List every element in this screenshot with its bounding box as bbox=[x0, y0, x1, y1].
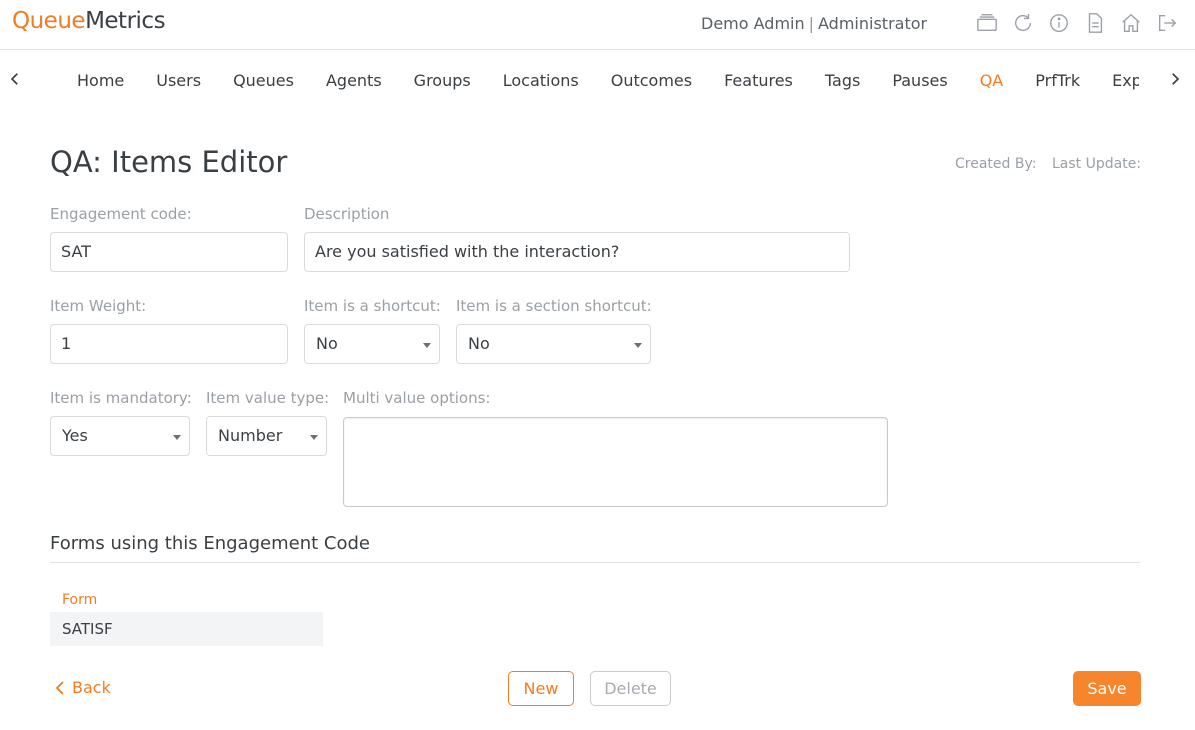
value-type-select[interactable]: Number bbox=[206, 416, 327, 456]
multi-value-textarea[interactable] bbox=[343, 417, 888, 507]
item-weight-label: Item Weight: bbox=[50, 297, 147, 315]
chevron-down-icon bbox=[173, 435, 181, 440]
multi-value-label: Multi value options: bbox=[343, 389, 491, 407]
engagement-code-input[interactable]: SAT bbox=[50, 232, 288, 272]
engagement-code-label: Engagement code: bbox=[50, 205, 192, 223]
nav-item-users[interactable]: Users bbox=[140, 58, 217, 103]
nav-scroll-right-icon[interactable] bbox=[1166, 70, 1186, 90]
mandatory-select[interactable]: Yes bbox=[50, 416, 190, 456]
table-row[interactable]: SATISF bbox=[50, 612, 323, 646]
chevron-down-icon bbox=[634, 343, 642, 348]
app-header: QueueMetrics Demo Admin | Administrator bbox=[0, 0, 1195, 50]
user-name: Demo Admin bbox=[701, 14, 805, 33]
logo-metrics-text: Metrics bbox=[85, 8, 166, 34]
shortcut-label: Item is a shortcut: bbox=[304, 297, 441, 315]
nav-scroll-left-icon[interactable] bbox=[6, 70, 26, 90]
user-info: Demo Admin | Administrator bbox=[701, 14, 927, 33]
nav-item-agents[interactable]: Agents bbox=[310, 58, 398, 103]
item-weight-input[interactable]: 1 bbox=[50, 324, 288, 364]
page-title: QA: Items Editor bbox=[50, 145, 288, 179]
refresh-icon[interactable] bbox=[1012, 12, 1036, 36]
section-shortcut-select[interactable]: No bbox=[456, 324, 651, 364]
nav-item-export[interactable]: Export bbox=[1096, 58, 1139, 103]
save-button[interactable]: Save bbox=[1073, 671, 1141, 706]
section-shortcut-label: Item is a section shortcut: bbox=[456, 297, 652, 315]
shortcut-select-value: No bbox=[316, 334, 338, 353]
mandatory-label: Item is mandatory: bbox=[50, 389, 192, 407]
nav-item-home[interactable]: Home bbox=[61, 58, 140, 103]
section-shortcut-select-value: No bbox=[468, 334, 490, 353]
delete-button[interactable]: Delete bbox=[590, 671, 671, 706]
window-icon[interactable] bbox=[976, 12, 1000, 36]
header-toolbar bbox=[976, 12, 1192, 36]
chevron-left-icon bbox=[55, 680, 64, 695]
home-icon[interactable] bbox=[1120, 12, 1144, 36]
nav-item-locations[interactable]: Locations bbox=[487, 58, 595, 103]
description-label: Description bbox=[304, 205, 390, 223]
forms-section-title: Forms using this Engagement Code bbox=[50, 533, 370, 554]
nav-item-pauses[interactable]: Pauses bbox=[876, 58, 963, 103]
chevron-down-icon bbox=[310, 435, 318, 440]
shortcut-select[interactable]: No bbox=[304, 324, 440, 364]
nav-item-groups[interactable]: Groups bbox=[398, 58, 487, 103]
main-nav: Home Users Queues Agents Groups Locations Outc… bbox=[0, 58, 1195, 104]
description-input[interactable]: Are you satisfied with the interaction? bbox=[304, 232, 850, 272]
logo-queue-text: Queue bbox=[12, 8, 86, 34]
created-by-label: Created By: bbox=[955, 156, 1037, 172]
document-icon[interactable] bbox=[1084, 12, 1108, 36]
mandatory-select-value: Yes bbox=[62, 426, 88, 445]
user-separator: | bbox=[808, 14, 815, 33]
nav-item-prftrk[interactable]: PrfTrk bbox=[1019, 58, 1096, 103]
logout-icon[interactable] bbox=[1156, 12, 1180, 36]
nav-item-queues[interactable]: Queues bbox=[217, 58, 310, 103]
nav-item-features[interactable]: Features bbox=[708, 58, 809, 103]
back-link[interactable]: Back bbox=[54, 678, 111, 697]
value-type-select-value: Number bbox=[218, 426, 283, 445]
nav-items: Home Users Queues Agents Groups Locations Outc… bbox=[61, 58, 1139, 104]
form-column-header[interactable]: Form bbox=[62, 592, 97, 608]
form-cell: SATISF bbox=[62, 620, 113, 638]
section-divider bbox=[50, 562, 1140, 563]
nav-item-outcomes[interactable]: Outcomes bbox=[595, 58, 708, 103]
new-button[interactable]: New bbox=[508, 671, 574, 706]
chevron-down-icon bbox=[423, 343, 431, 348]
back-label: Back bbox=[72, 678, 111, 697]
user-role: Administrator bbox=[818, 14, 928, 33]
info-icon[interactable] bbox=[1048, 12, 1072, 36]
nav-item-qa[interactable]: QA bbox=[964, 58, 1020, 103]
last-update-label: Last Update: bbox=[1052, 156, 1142, 172]
app-logo[interactable]: QueueMetrics bbox=[12, 8, 166, 34]
nav-item-tags[interactable]: Tags bbox=[809, 58, 876, 103]
value-type-label: Item value type: bbox=[206, 389, 330, 407]
